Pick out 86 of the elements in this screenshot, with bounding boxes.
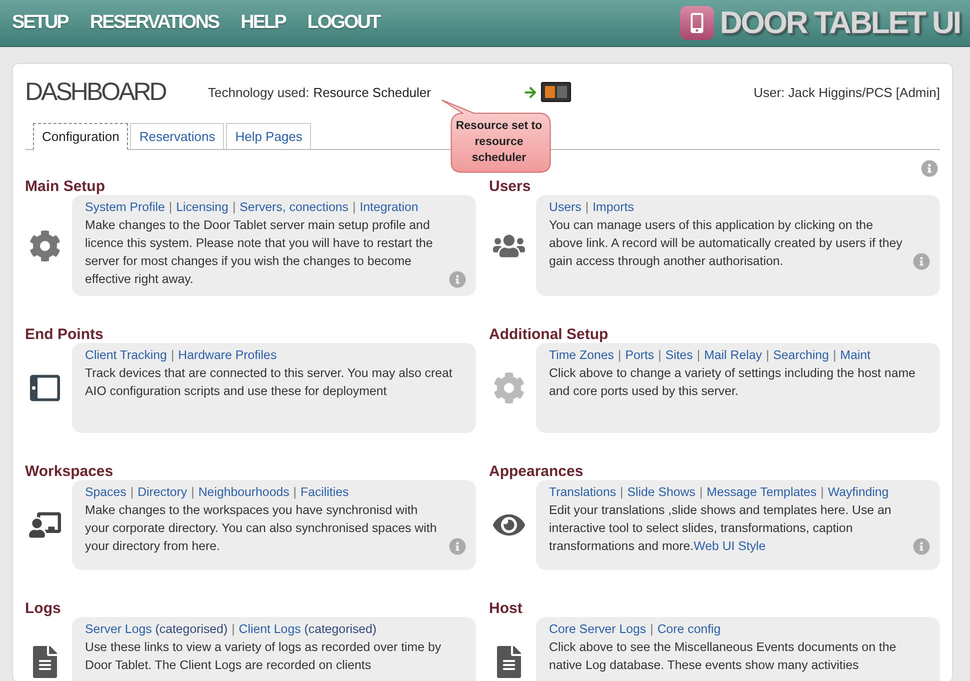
info-icon[interactable] [913, 538, 930, 555]
link-separator: | [232, 621, 235, 638]
section-description: Click above to change a variety of settings including the host name and core ports used by this server. [549, 365, 916, 400]
section-link[interactable]: System Profile [85, 198, 165, 216]
section-link[interactable]: Servers, conections [240, 198, 348, 216]
section-link[interactable]: Searching [773, 346, 829, 364]
technology-label: Technology used: [208, 84, 310, 100]
section-title: Additional Setup [489, 326, 610, 343]
section-link[interactable]: Imports [592, 198, 634, 216]
page-title: DASHBOARD [25, 78, 167, 106]
section-description: Click above to see the Miscellaneous Events documents on the native Log database. These events show many activities [549, 639, 898, 674]
section-description: Use these links to view a variety of logs as recorded over time by Door Tablet. The Client Logs are recorded on clients [85, 639, 442, 674]
section-link[interactable]: Spaces [85, 483, 126, 501]
section-description: Make changes to the workspaces you have synchronisd with your corporate directory. You can also synchronised spaces with your directory from here. [85, 502, 438, 555]
link-separator: | [650, 621, 654, 638]
gear-icon [492, 372, 524, 404]
tablet-icon [30, 373, 60, 403]
section-link[interactable]: Message Templates [706, 483, 817, 501]
section-link[interactable]: Client Tracking [85, 346, 167, 364]
section-description: Edit your translations ,slide shows and templates here. Use an interactive tool to select slides, transformations, caption transformations and more.Web UI Style [549, 502, 892, 555]
logo-text: DOOR TABLET UI [720, 5, 960, 41]
nav-link[interactable]: RESERVATIONS [90, 12, 219, 34]
gear-icon [28, 230, 60, 262]
info-icon[interactable] [449, 271, 466, 288]
link-separator: | [766, 347, 770, 364]
link-separator: | [618, 347, 622, 364]
section-link[interactable]: Maint [840, 346, 870, 364]
section-link[interactable]: Facilities [300, 483, 349, 501]
section-link[interactable]: Mail Relay [704, 346, 762, 364]
logo-icon [680, 6, 714, 40]
technology-value: Resource Scheduler [313, 84, 431, 100]
link-separator: | [699, 484, 703, 501]
section-link[interactable]: Sites [665, 346, 693, 364]
tab[interactable]: Reservations [130, 123, 224, 150]
arrow-icon [524, 86, 537, 98]
section-description: Make changes to the Door Tablet server main setup profile and licence this system. Please note that you will have to restart the server for most changes if you wish the changes to become effective right away. [85, 217, 434, 288]
section-link[interactable]: Server Logs (categorised) [85, 620, 228, 638]
link-separator: | [130, 484, 134, 501]
tablet-icon [541, 82, 571, 102]
section-title: Main Setup [25, 178, 106, 195]
link-separator: | [832, 347, 836, 364]
tab[interactable]: Help Pages [226, 123, 312, 150]
section-link[interactable]: Users [549, 198, 582, 216]
section-link[interactable]: Ports [625, 346, 654, 364]
link-separator: | [820, 484, 824, 501]
audience-icon [28, 509, 60, 541]
nav-link[interactable]: SETUP [12, 12, 68, 34]
section-link[interactable]: Client Logs (categorised) [238, 620, 377, 638]
tab[interactable]: Configuration [33, 123, 128, 150]
user-label: User: Jack Higgins/PCS [Admin] [754, 84, 940, 100]
section-link[interactable]: Core Server Logs [549, 620, 646, 638]
section-link[interactable]: Licensing [176, 198, 228, 216]
info-icon[interactable] [913, 253, 930, 270]
link-separator: | [352, 199, 356, 216]
callout-text: Resource set to resource scheduler [454, 119, 544, 166]
info-icon[interactable] [449, 538, 466, 555]
section-title: Host [489, 600, 524, 617]
inline-link[interactable]: Web UI Style [694, 539, 766, 553]
link-separator: | [293, 484, 297, 501]
section-title: Appearances [489, 463, 584, 480]
link-separator: | [232, 199, 236, 216]
section-link[interactable]: Hardware Profiles [178, 346, 277, 364]
link-separator: | [170, 347, 174, 364]
info-icon[interactable] [921, 160, 938, 177]
link-separator: | [620, 484, 624, 501]
section-title: End Points [25, 326, 104, 343]
link-separator: | [696, 347, 700, 364]
link-separator: | [191, 484, 194, 501]
section-link[interactable]: Directory [138, 483, 188, 501]
section-link[interactable]: Slide Shows [627, 483, 696, 501]
link-separator: | [658, 347, 662, 364]
section-title: Users [489, 178, 532, 195]
section-link[interactable]: Translations [549, 483, 616, 501]
link-separator: | [168, 199, 172, 216]
section-link[interactable]: Time Zones [549, 346, 614, 364]
link-separator: | [585, 199, 589, 216]
section-title: Logs [25, 600, 62, 617]
nav-link[interactable]: HELP [240, 12, 286, 34]
section-description: You can manage users of this application by clicking on the above link. A record will be automatically created by users if they gain access through another authorisation. [549, 217, 904, 270]
section-title: Workspaces [25, 463, 114, 480]
nav-link[interactable]: LOGOUT [307, 12, 380, 34]
section-link[interactable]: Core config [657, 620, 721, 638]
section-description: Track devices that are connected to this server. You may also creat AIO configuration scripts and use these for deployment [85, 365, 454, 400]
section-link[interactable]: Integration [360, 198, 418, 216]
section-link[interactable]: Neighbourhoods [198, 483, 290, 501]
section-link[interactable]: Wayfinding [828, 483, 889, 501]
